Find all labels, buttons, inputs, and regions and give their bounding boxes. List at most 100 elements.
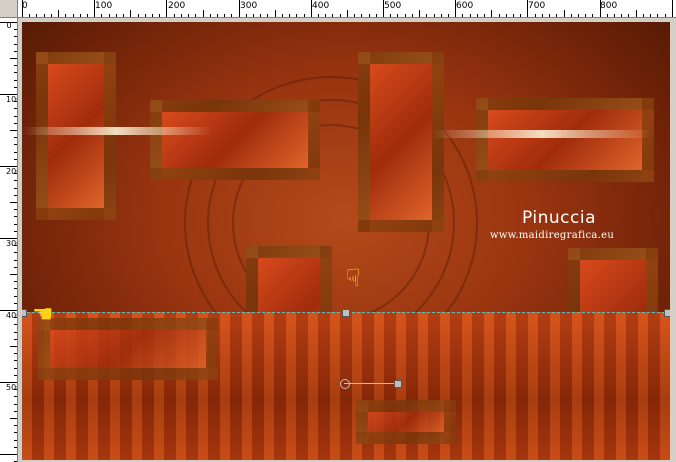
ruler-tick: [22, 0, 23, 17]
ruler-tick: [296, 14, 298, 17]
ruler-tick: [14, 317, 17, 319]
ruler-tick: [14, 29, 17, 31]
ruler-tick: [541, 14, 543, 17]
ruler-tick: [14, 180, 17, 182]
ruler-tick: [274, 10, 276, 17]
ruler-tick: [447, 14, 449, 17]
ruler-label-v-0: 0: [6, 21, 12, 30]
ruler-tick: [188, 14, 190, 17]
ruler-label-v-100: 100: [6, 95, 17, 104]
guide-handle-center[interactable]: [342, 309, 350, 317]
ruler-tick: [14, 410, 17, 412]
ruler-label-v-500: 500: [6, 383, 17, 392]
ruler-tick: [115, 14, 117, 17]
ruler-tick: [14, 389, 17, 391]
ruler-tick: [14, 173, 17, 175]
ruler-tick: [346, 10, 348, 17]
horizontal-ruler[interactable]: 0 100 200 300 400 500 600 700 800: [18, 0, 676, 18]
ruler-tick: [332, 14, 334, 17]
ruler-tick: [14, 353, 17, 355]
ruler-tick: [0, 94, 17, 95]
ruler-tick: [14, 259, 17, 261]
ruler-tick: [520, 14, 522, 17]
ruler-tick: [267, 14, 269, 17]
ruler-tick: [390, 14, 392, 17]
ruler-tick: [426, 14, 428, 17]
ruler-tick: [10, 202, 17, 203]
ruler-tick: [455, 0, 457, 17]
ruler-tick: [14, 43, 17, 45]
decor-panel: [476, 98, 654, 182]
ruler-tick: [14, 295, 17, 297]
ruler-tick: [14, 252, 17, 254]
ruler-tick: [14, 36, 17, 38]
ruler-tick: [599, 0, 601, 17]
light-streak: [432, 130, 652, 138]
ruler-tick: [36, 14, 38, 17]
ruler-label-500: 500: [384, 1, 402, 11]
rotation-handle[interactable]: [394, 380, 402, 388]
ruler-tick: [14, 151, 17, 153]
ruler-tick: [289, 14, 291, 17]
image-canvas[interactable]: Pinuccia www.maidiregrafica.eu: [22, 22, 670, 460]
ruler-label-300: 300: [240, 1, 258, 11]
ruler-tick: [549, 14, 551, 17]
ruler-tick: [108, 14, 110, 17]
watermark-title: Pinuccia: [522, 208, 596, 228]
ruler-tick: [303, 14, 305, 17]
ruler-label-v-400: 400: [6, 311, 17, 320]
ruler-tick: [0, 238, 17, 239]
ruler-tick: [354, 14, 356, 17]
guide-handle-left[interactable]: [22, 309, 27, 317]
ruler-tick: [58, 10, 60, 17]
ruler-tick: [14, 403, 17, 405]
vertical-ruler[interactable]: 0 100 200 300 400 500: [0, 18, 18, 462]
rotation-arm[interactable]: [344, 383, 398, 384]
ruler-tick: [469, 14, 471, 17]
decor-panel: [38, 318, 218, 380]
ruler-tick: [671, 0, 673, 17]
guide-handle-right[interactable]: [664, 309, 670, 317]
ruler-tick: [14, 216, 17, 218]
ruler-tick: [245, 14, 247, 17]
rotation-pivot[interactable]: [340, 379, 350, 389]
ruler-tick: [0, 22, 17, 23]
ruler-tick: [325, 14, 327, 17]
ruler-tick: [195, 14, 197, 17]
ruler-tick: [556, 14, 558, 17]
ruler-tick: [310, 0, 312, 17]
ruler-tick: [14, 230, 17, 232]
ruler-tick: [14, 122, 17, 124]
ruler-tick: [14, 360, 17, 362]
ruler-tick: [14, 432, 17, 434]
ruler-tick: [14, 86, 17, 88]
ruler-tick: [14, 79, 17, 81]
ruler-tick: [144, 14, 146, 17]
ruler-tick: [202, 10, 204, 17]
decor-panel: [36, 52, 116, 220]
ruler-tick: [14, 194, 17, 196]
ruler-tick: [14, 425, 17, 427]
ruler-tick: [14, 72, 17, 74]
ruler-tick: [397, 14, 399, 17]
ruler-tick: [14, 302, 17, 304]
ruler-tick: [14, 367, 17, 369]
ruler-tick: [664, 14, 666, 17]
ruler-tick: [151, 14, 153, 17]
decor-panel: [358, 52, 444, 232]
ruler-tick: [14, 137, 17, 139]
ruler-tick: [14, 396, 17, 398]
decor-panel: [356, 400, 456, 444]
ruler-corner: [0, 0, 18, 18]
ruler-tick: [621, 14, 623, 17]
ruler-tick: [383, 0, 384, 17]
ruler-tick: [86, 14, 88, 17]
ruler-tick: [628, 14, 630, 17]
light-streak: [22, 127, 212, 135]
ruler-tick: [14, 187, 17, 189]
ruler-tick: [14, 245, 17, 247]
ruler-label-v-200: 200: [6, 167, 17, 176]
ruler-tick: [476, 14, 478, 17]
ruler-label-700: 700: [528, 1, 546, 11]
ruler-tick: [411, 14, 413, 17]
